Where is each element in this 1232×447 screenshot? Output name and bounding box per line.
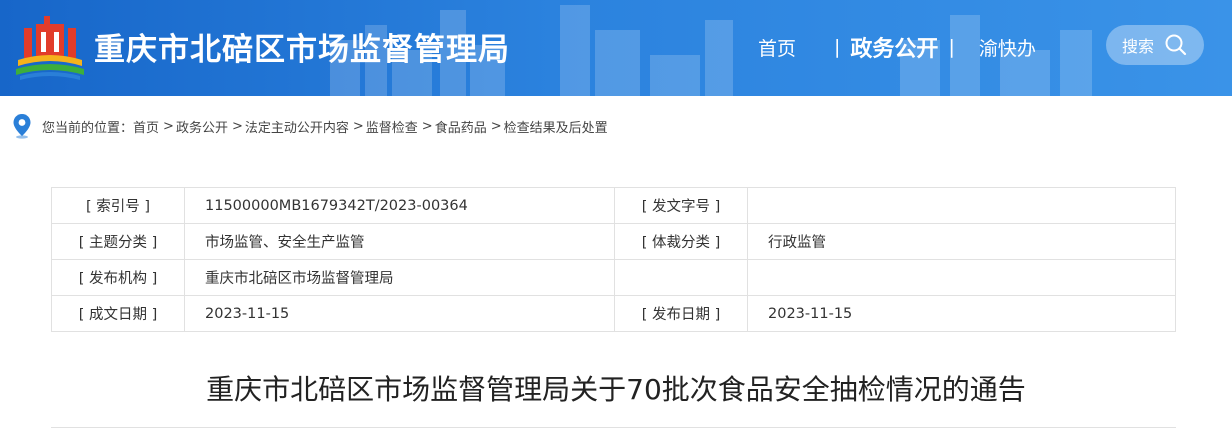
breadcrumb-statutory[interactable]: 法定主动公开内容 <box>245 117 349 136</box>
published-date-value: 2023-11-15 <box>747 295 1176 332</box>
breadcrumb-arrow: > <box>490 118 502 134</box>
genre-value: 行政监管 <box>747 223 1176 260</box>
site-header: 重庆市北碚区市场监督管理局 首页 | 政务公开 | 渝快办 搜索 <box>0 0 1232 96</box>
table-row: [ 索引号 ] 11500000MB1679342T/2023-00364 [ … <box>51 187 1176 224</box>
nav-gov-open[interactable]: 政务公开 <box>850 31 938 63</box>
nav-home[interactable]: 首页 <box>758 34 796 61</box>
logo-icon[interactable] <box>14 14 86 82</box>
breadcrumb-arrow: > <box>163 118 174 134</box>
search-icon <box>1165 34 1187 56</box>
topic-label: [ 主题分类 ] <box>51 223 185 260</box>
breadcrumb-arrow: > <box>231 118 243 134</box>
index-no-value: 11500000MB1679342T/2023-00364 <box>184 187 615 224</box>
doc-no-value <box>747 187 1176 224</box>
breadcrumb-arrow: > <box>421 118 433 134</box>
issuer-value: 重庆市北碚区市场监督管理局 <box>184 259 615 296</box>
nav-separator: | <box>834 36 841 58</box>
table-row: [ 主题分类 ] 市场监管、安全生产监管 [ 体裁分类 ] 行政监管 <box>51 223 1176 260</box>
location-pin-icon <box>13 114 31 139</box>
breadcrumb-supervision[interactable]: 监督检查 <box>366 117 418 136</box>
topic-value: 市场监管、安全生产监管 <box>184 223 615 260</box>
index-no-label: [ 索引号 ] <box>51 187 185 224</box>
published-date-label: [ 发布日期 ] <box>614 295 748 332</box>
created-date-value: 2023-11-15 <box>184 295 615 332</box>
issuer-label: [ 发布机构 ] <box>51 259 185 296</box>
breadcrumb-food-drug[interactable]: 食品药品 <box>435 117 487 136</box>
breadcrumb-results[interactable]: 检查结果及后处置 <box>504 117 608 136</box>
breadcrumb: 您当前的位置： 首页 > 政务公开 > 法定主动公开内容 > 监督检查 > 食品… <box>12 112 608 140</box>
breadcrumb-prefix: 您当前的位置： <box>42 120 134 136</box>
main-nav: 首页 | 政务公开 | 渝快办 <box>758 30 1036 64</box>
empty-cell <box>747 259 1176 296</box>
search-button[interactable]: 搜索 <box>1106 25 1204 65</box>
empty-cell <box>614 259 748 296</box>
document-title: 重庆市北碚区市场监督管理局关于70批次食品安全抽检情况的通告 <box>206 373 1026 406</box>
created-date-label: [ 成文日期 ] <box>51 295 185 332</box>
site-title[interactable]: 重庆市北碚区市场监督管理局 <box>94 24 510 69</box>
breadcrumb-gov-open[interactable]: 政务公开 <box>176 117 228 136</box>
genre-label: [ 体裁分类 ] <box>614 223 748 260</box>
nav-separator: | <box>948 36 955 58</box>
document-meta-table: [ 索引号 ] 11500000MB1679342T/2023-00364 [ … <box>51 187 1176 332</box>
doc-no-label: [ 发文字号 ] <box>614 187 748 224</box>
divider <box>51 427 1176 428</box>
search-label: 搜索 <box>1121 37 1154 56</box>
table-row: [ 发布机构 ] 重庆市北碚区市场监督管理局 <box>51 259 1176 296</box>
nav-yukuaiban[interactable]: 渝快办 <box>979 34 1036 61</box>
breadcrumb-arrow: > <box>352 118 364 134</box>
breadcrumb-home[interactable]: 首页 <box>133 117 159 136</box>
table-row: [ 成文日期 ] 2023-11-15 [ 发布日期 ] 2023-11-15 <box>51 295 1176 332</box>
